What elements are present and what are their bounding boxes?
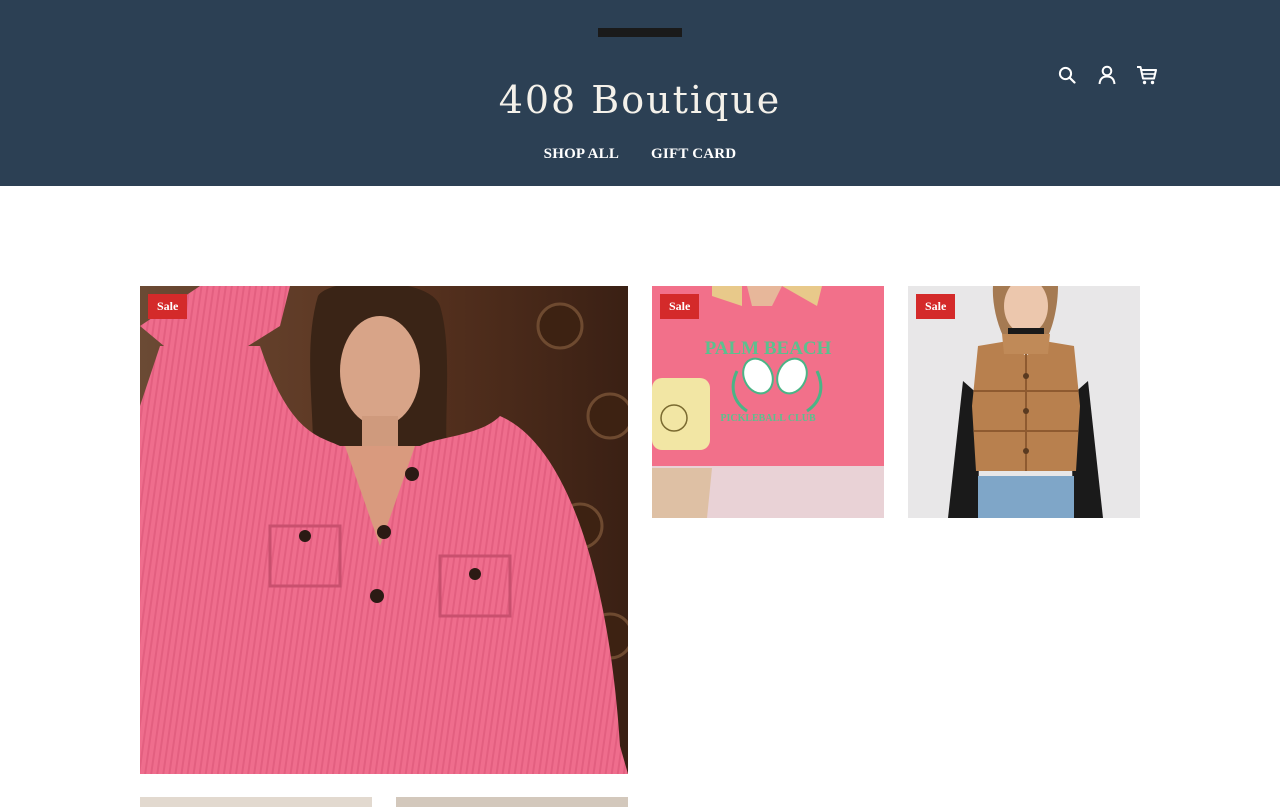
product-card-pink-pullover[interactable]: Sale (140, 286, 628, 774)
product-card-partial[interactable] (396, 797, 628, 807)
product-image-tan-vest (908, 286, 1140, 518)
nav-shop-all[interactable]: SHOP ALL (544, 146, 619, 163)
sale-badge: Sale (660, 294, 700, 319)
sale-badge: Sale (916, 294, 956, 319)
announcement-bar (598, 28, 682, 37)
search-icon[interactable] (1054, 62, 1080, 88)
sale-badge: Sale (148, 294, 188, 319)
cart-icon[interactable] (1134, 62, 1160, 88)
site-header: 408 Boutique SHOP ALL GIFT CARD (0, 0, 1280, 186)
main-nav: SHOP ALL GIFT CARD (0, 146, 1280, 163)
product-card-partial[interactable] (140, 797, 372, 807)
print-text-top: PALM BEACH (705, 338, 832, 359)
product-card-tan-vest[interactable]: Sale (908, 286, 1140, 518)
nav-gift-card[interactable]: GIFT CARD (651, 146, 736, 163)
product-card-pickleball-sweatshirt[interactable]: PALM BEACH PICKLEBALL CLUB Sale (652, 286, 884, 518)
account-icon[interactable] (1094, 62, 1120, 88)
product-image-pink-pullover (140, 286, 628, 774)
product-image-pickleball-sweatshirt: PALM BEACH PICKLEBALL CLUB (652, 286, 884, 518)
header-icons (1054, 62, 1160, 88)
print-text-bottom: PICKLEBALL CLUB (720, 413, 816, 424)
